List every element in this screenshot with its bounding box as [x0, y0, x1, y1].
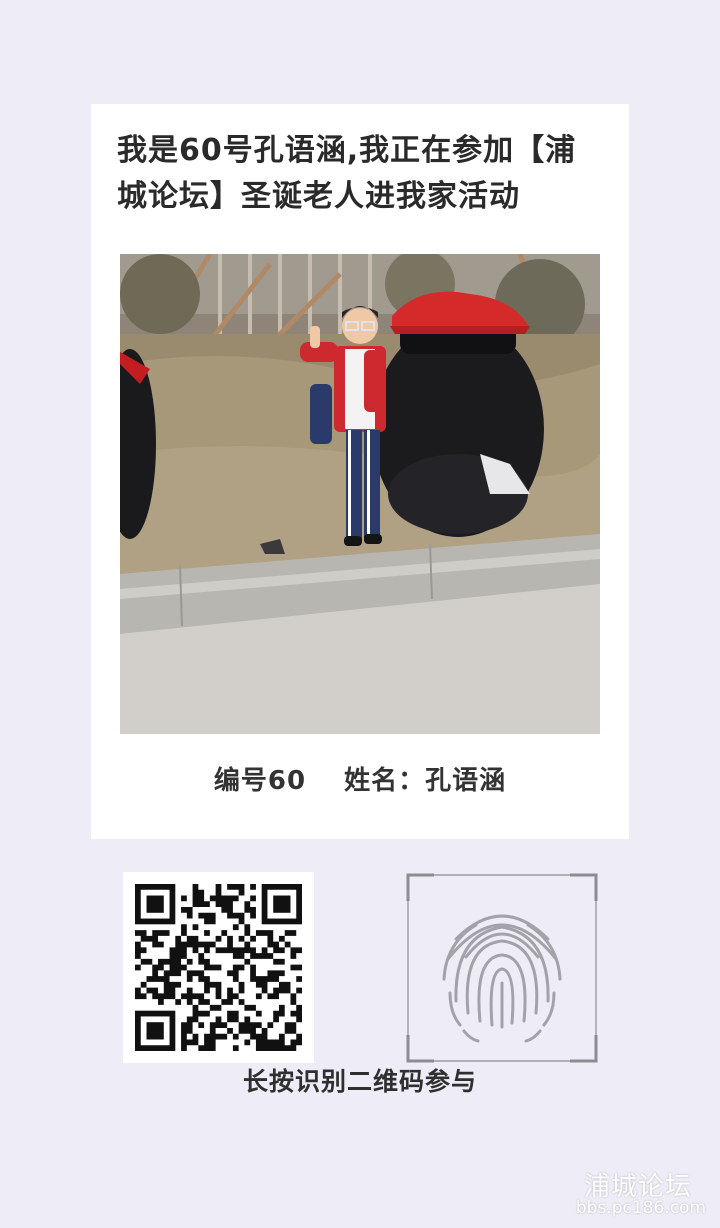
qr-code-icon[interactable]	[123, 872, 314, 1063]
entry-name: 姓名：孔语涵	[344, 766, 507, 796]
watermark-url: bbs.pc186.com	[575, 1198, 706, 1218]
entry-caption: 编号60 姓名：孔语涵	[91, 760, 629, 797]
fingerprint-icon	[442, 914, 562, 1043]
scan-hint: 长按识别二维码参与	[242, 1067, 477, 1096]
entry-photo	[120, 254, 600, 734]
entry-number: 编号60	[213, 766, 307, 796]
fingerprint-scanner[interactable]	[406, 873, 598, 1063]
entry-card: 我是60号孔语涵,我正在参加【浦城论坛】圣诞老人进我家活动 编号60 姓名：孔语…	[91, 104, 629, 839]
entry-title: 我是60号孔语涵,我正在参加【浦城论坛】圣诞老人进我家活动	[117, 133, 577, 214]
